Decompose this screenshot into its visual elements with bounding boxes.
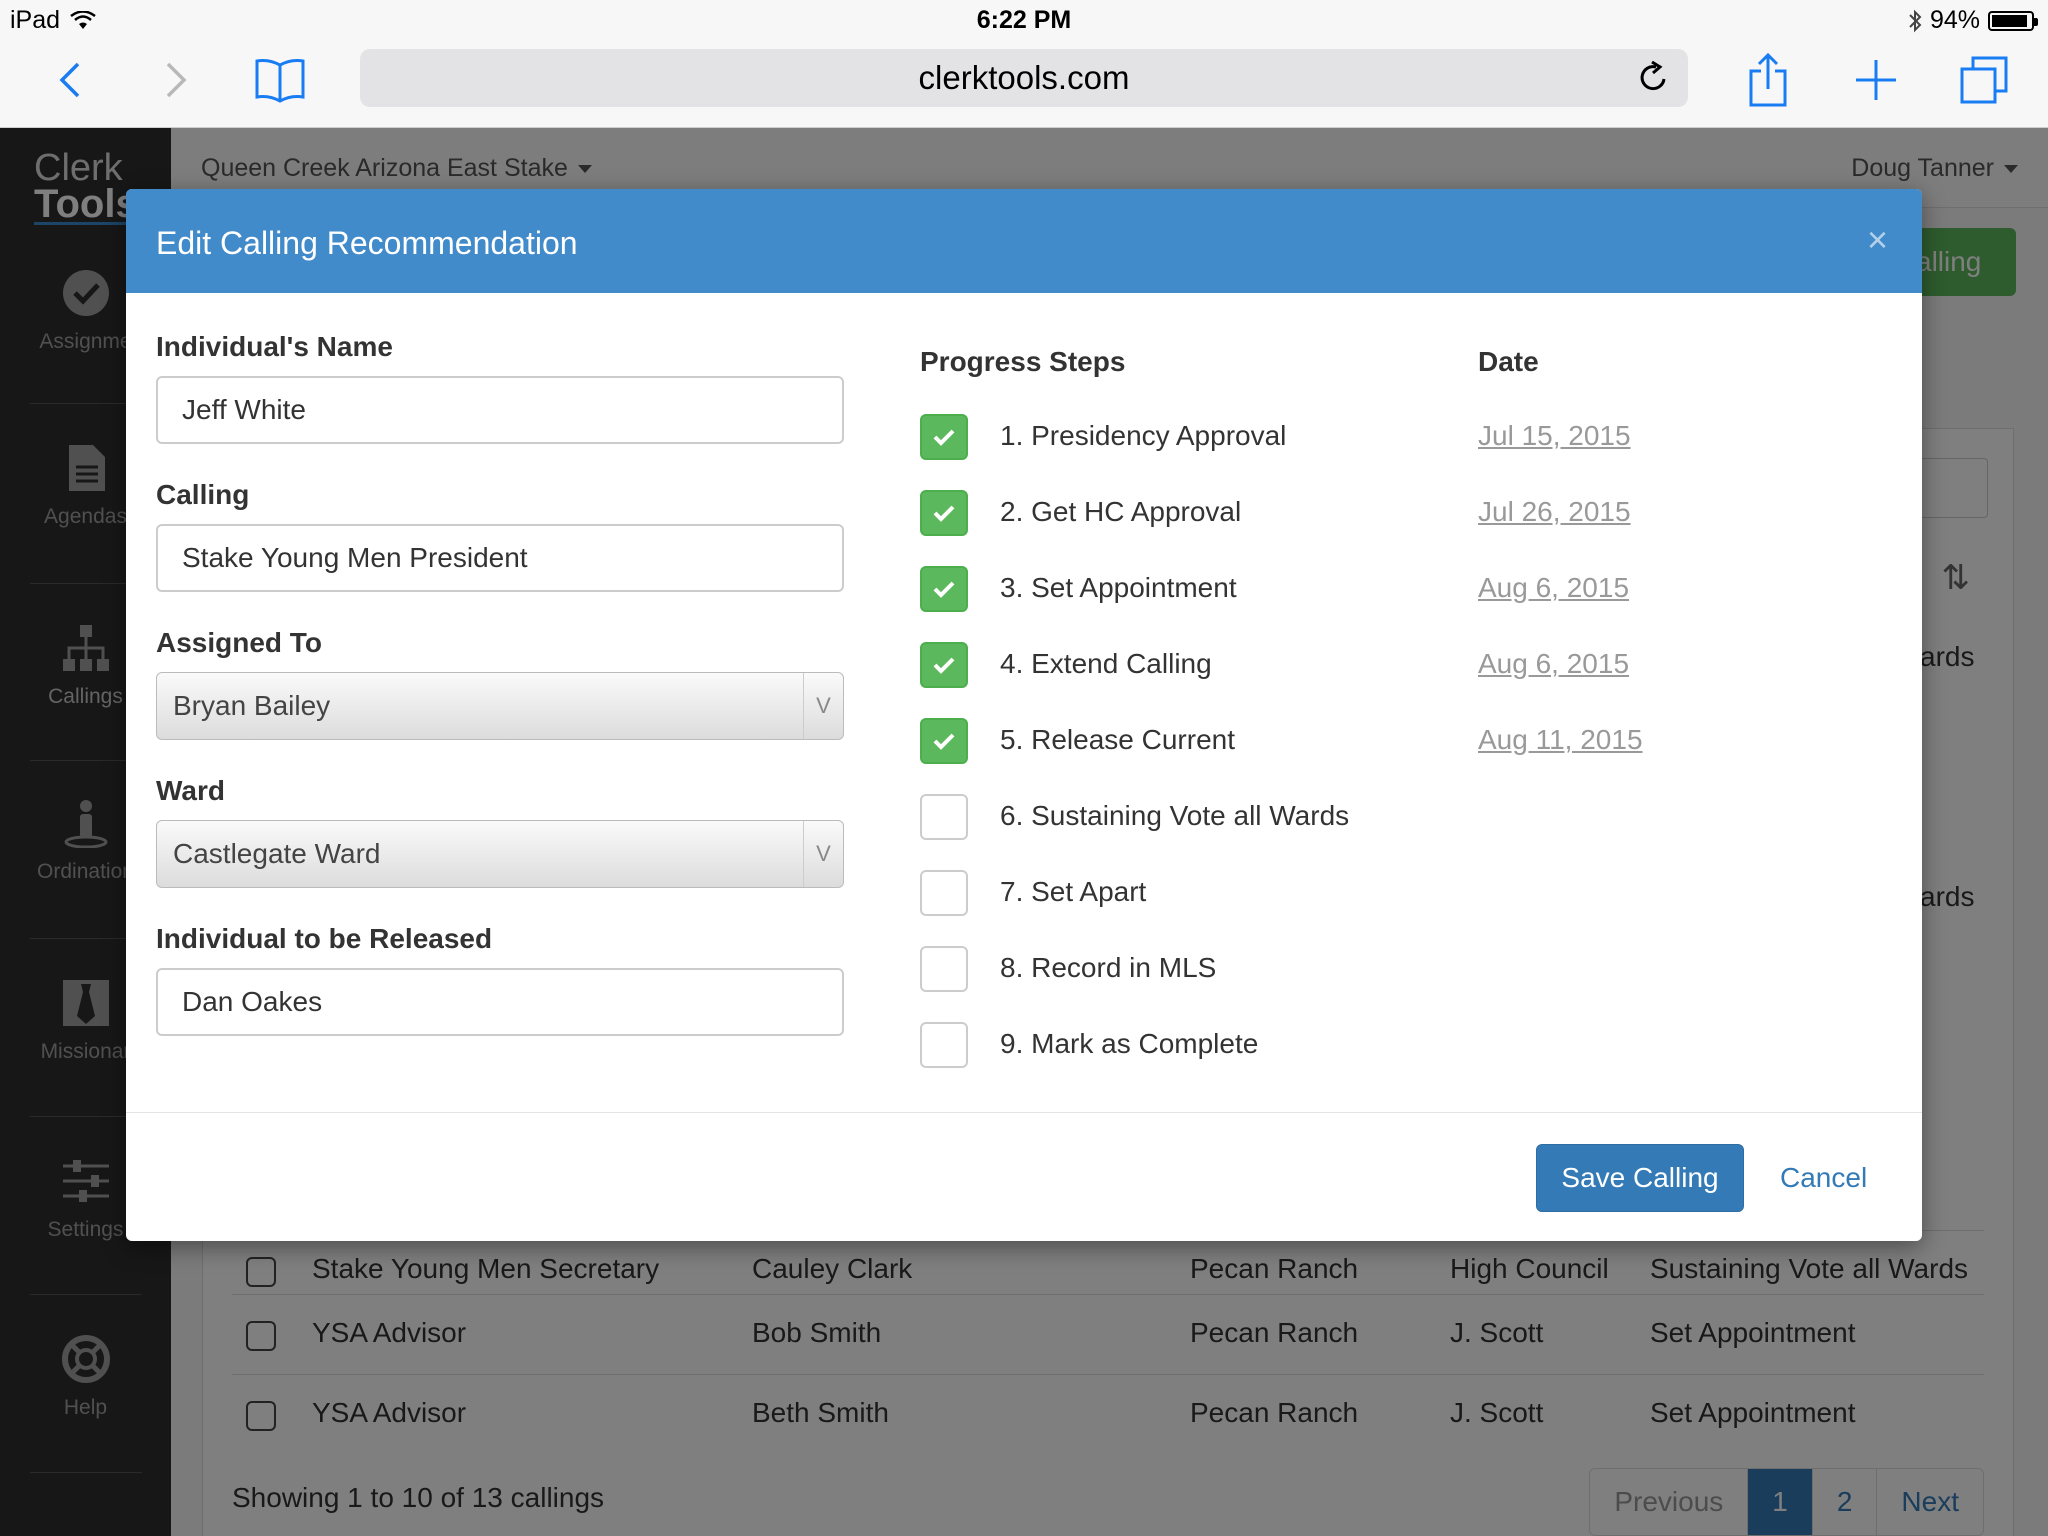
share-icon (1749, 53, 1787, 107)
tabs-button[interactable] (1954, 40, 2014, 120)
progress-step: 6. Sustaining Vote all Wards (920, 794, 1820, 840)
progress-steps-header: Progress Steps (920, 346, 1126, 377)
progress-step: 7. Set Apart (920, 870, 1820, 916)
step-checkbox[interactable] (920, 870, 968, 916)
progress-step: 4. Extend Calling Aug 6, 2015 (920, 642, 1820, 688)
step-label: 8. Record in MLS (1000, 952, 1217, 983)
step-checkbox[interactable] (920, 946, 968, 992)
modal-header: Edit Calling Recommendation × (126, 189, 1922, 293)
back-button[interactable] (40, 40, 100, 120)
step-date-link[interactable]: Aug 11, 2015 (1478, 724, 1643, 756)
step-date-link[interactable]: Jul 26, 2015 (1478, 496, 1631, 528)
assigned-to-label: Assigned To (156, 627, 322, 658)
step-date-link[interactable]: Aug 6, 2015 (1478, 572, 1629, 604)
edit-calling-modal: Edit Calling Recommendation × Individual… (126, 189, 1922, 1241)
tabs-icon (1960, 56, 2008, 104)
step-label: 6. Sustaining Vote all Wards (1000, 800, 1350, 831)
browser-toolbar: clerktools.com (0, 40, 2048, 128)
step-checkbox[interactable] (920, 566, 968, 612)
cancel-button[interactable]: Cancel (1780, 1144, 1867, 1212)
status-right: 94% (1908, 6, 2038, 35)
step-checkbox[interactable] (920, 718, 968, 764)
progress-step: 3. Set Appointment Aug 6, 2015 (920, 566, 1820, 612)
step-checkbox[interactable] (920, 414, 968, 460)
ward-value: Castlegate Ward (173, 838, 381, 869)
calling-label: Calling (156, 479, 250, 510)
bluetooth-icon (1909, 9, 1922, 32)
bookmarks-button[interactable] (248, 40, 312, 120)
step-label: 9. Mark as Complete (1000, 1028, 1259, 1059)
step-label: 7. Set Apart (1000, 876, 1147, 907)
book-icon (255, 59, 305, 103)
checkmark-icon (933, 657, 955, 674)
step-date-link[interactable]: Aug 6, 2015 (1478, 648, 1629, 680)
step-checkbox[interactable] (920, 1022, 968, 1068)
ward-label: Ward (156, 775, 225, 806)
battery-fill (1992, 14, 2028, 27)
status-bar: iPad 6:22 PM 94% (0, 0, 2048, 40)
forward-button[interactable] (146, 40, 206, 120)
chevron-down-icon: V (803, 673, 843, 739)
checkmark-icon (933, 733, 955, 750)
chevron-down-icon: V (803, 821, 843, 887)
step-checkbox[interactable] (920, 490, 968, 536)
progress-step: 9. Mark as Complete (920, 1022, 1820, 1068)
modal-footer-divider (126, 1112, 1922, 1113)
individual-name-label: Individual's Name (156, 331, 393, 362)
plus-icon (1856, 60, 1896, 100)
address-bar[interactable]: clerktools.com (360, 49, 1688, 107)
progress-step: 5. Release Current Aug 11, 2015 (920, 718, 1820, 764)
step-checkbox[interactable] (920, 642, 968, 688)
step-label: 2. Get HC Approval (1000, 496, 1242, 527)
url-text: clerktools.com (918, 59, 1130, 96)
share-button[interactable] (1738, 40, 1798, 120)
checkmark-icon (933, 429, 955, 446)
step-checkbox[interactable] (920, 794, 968, 840)
modal-title: Edit Calling Recommendation (156, 225, 578, 261)
assigned-to-value: Bryan Bailey (173, 690, 331, 721)
checkmark-icon (933, 581, 955, 598)
checkmark-icon (933, 505, 955, 522)
step-date-link[interactable]: Jul 15, 2015 (1478, 420, 1631, 452)
progress-step: 1. Presidency Approval Jul 15, 2015 (920, 414, 1820, 460)
battery-icon (1988, 10, 2038, 31)
chevron-left-icon (59, 62, 80, 98)
reload-icon[interactable] (1638, 61, 1670, 95)
close-icon[interactable]: × (1867, 219, 1888, 261)
status-time: 6:22 PM (976, 6, 1072, 34)
new-tab-button[interactable] (1846, 40, 1906, 120)
released-label: Individual to be Released (156, 923, 493, 954)
step-label: 5. Release Current (1000, 724, 1236, 755)
progress-step: 2. Get HC Approval Jul 26, 2015 (920, 490, 1820, 536)
step-label: 1. Presidency Approval (1000, 420, 1287, 451)
save-calling-button[interactable]: Save Calling (1536, 1144, 1744, 1212)
progress-step: 8. Record in MLS (920, 946, 1820, 992)
individual-name-input[interactable]: Jeff White (156, 376, 844, 444)
battery-percent: 94% (1929, 6, 1980, 34)
ward-select[interactable]: Castlegate Ward V (156, 820, 844, 888)
assigned-to-select[interactable]: Bryan Bailey V (156, 672, 844, 740)
step-label: 4. Extend Calling (1000, 648, 1212, 679)
calling-input[interactable]: Stake Young Men President (156, 524, 844, 592)
chevron-right-icon (166, 62, 187, 98)
date-header: Date (1478, 346, 1539, 377)
step-label: 3. Set Appointment (1000, 572, 1237, 603)
released-input[interactable]: Dan Oakes (156, 968, 844, 1036)
